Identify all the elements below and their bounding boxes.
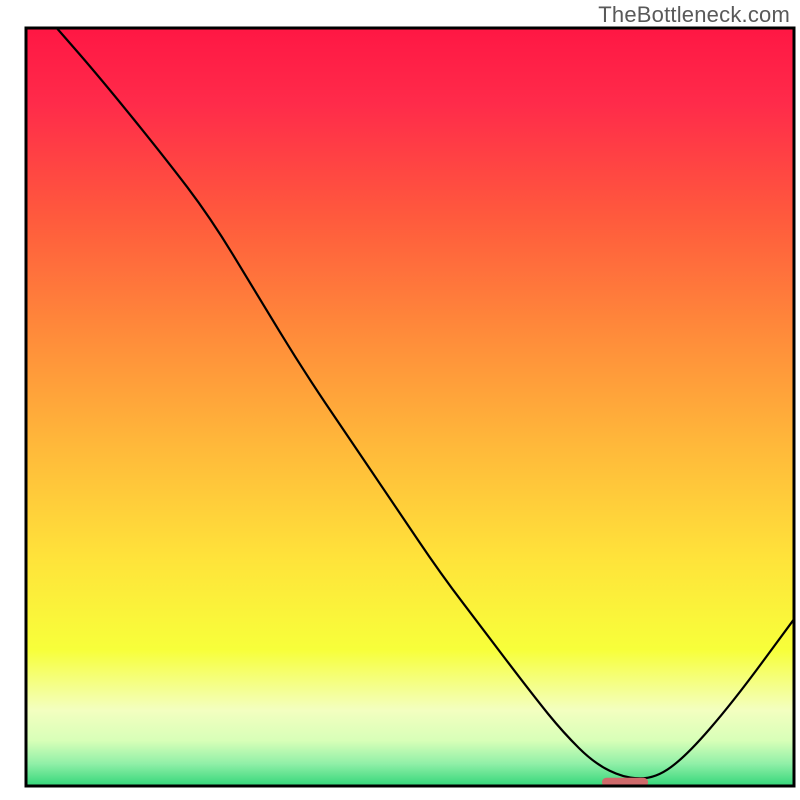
plot-background — [26, 28, 794, 786]
watermark-text: TheBottleneck.com — [598, 2, 790, 28]
chart-container: TheBottleneck.com — [0, 0, 800, 800]
chart-svg — [0, 0, 800, 800]
